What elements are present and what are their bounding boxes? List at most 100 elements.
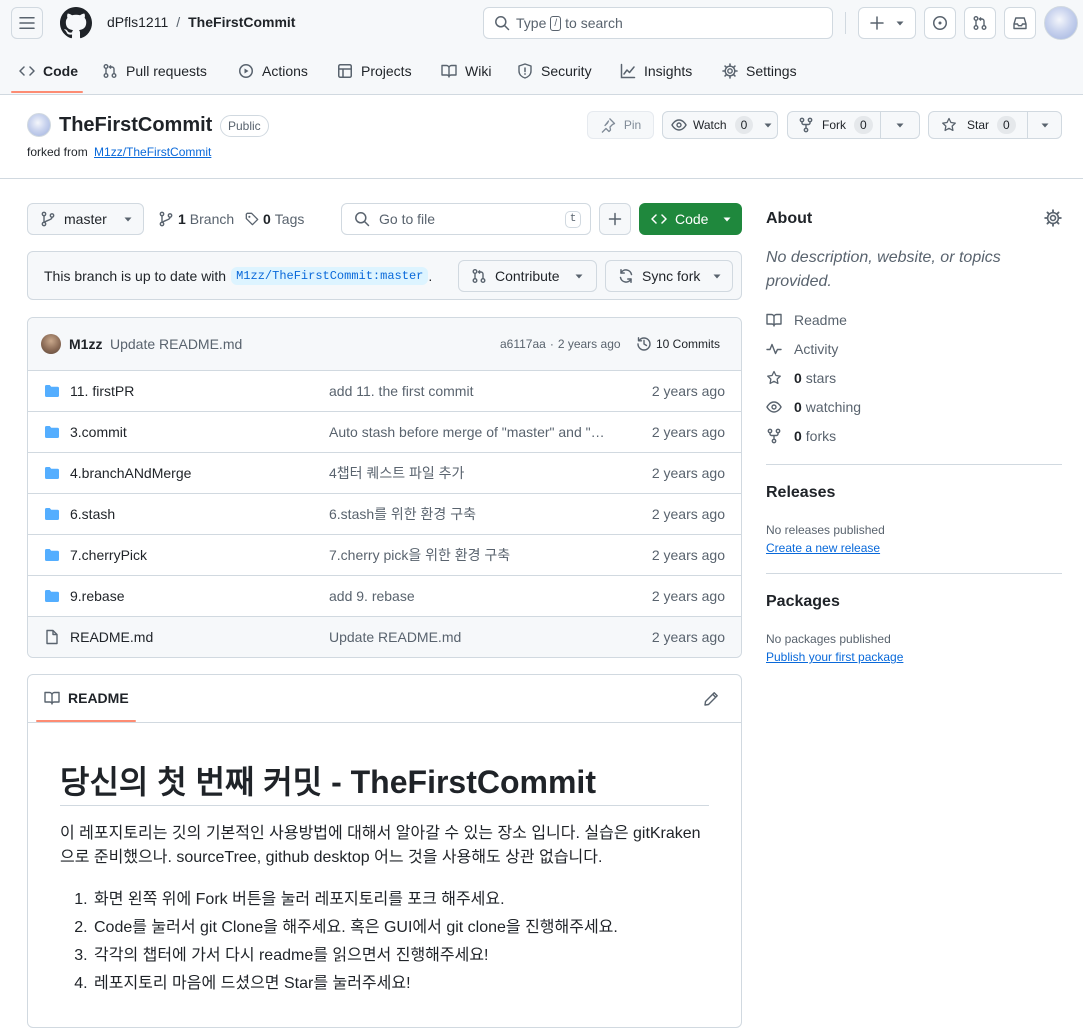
tab-pull-requests[interactable]: Pull requests [102,52,207,90]
file-commit-message[interactable]: Auto stash before merge of "master" and … [329,424,609,440]
plus-icon [870,16,884,30]
about-watching-link[interactable]: 0 watching [766,399,861,415]
packages-title[interactable]: Packages [766,593,840,611]
table-row[interactable]: 6.stash 6.stash를 위한 환경 구축 2 years ago [28,493,741,534]
tab-selected-underline [11,91,83,93]
releases-title[interactable]: Releases [766,484,835,502]
sync-status-text: This branch is up to date with M1zz/TheF… [44,267,432,285]
menu-button[interactable] [11,7,43,39]
breadcrumb-repo[interactable]: TheFirstCommit [188,14,295,30]
forked-from-link[interactable]: M1zz/TheFirstCommit [94,145,211,159]
about-settings-button[interactable] [1044,209,1062,227]
fork-count: 0 [854,116,873,134]
about-activity-link[interactable]: Activity [766,341,838,357]
commit-author-avatar [41,334,61,354]
book-icon [766,313,782,327]
triangle-down-icon [1041,123,1048,128]
readme-tab[interactable]: README [44,690,129,706]
file-name[interactable]: 4.branchANdMerge [70,465,191,481]
file-commit-message[interactable]: 4챕터 퀘스트 파일 추가 [329,463,609,483]
pin-button[interactable]: Pin [587,111,654,139]
table-row[interactable]: 3.commit Auto stash before merge of "mas… [28,411,741,452]
tab-label: Pull requests [126,63,207,79]
branch-selector[interactable]: master [27,203,144,235]
global-search-input[interactable]: Type / to search [483,7,833,39]
file-commit-message[interactable]: add 9. rebase [329,588,609,604]
table-row[interactable]: 4.branchANdMerge 4챕터 퀘스트 파일 추가 2 years a… [28,452,741,493]
file-commit-message[interactable]: 6.stash를 위한 환경 구축 [329,504,609,524]
commit-message[interactable]: Update README.md [110,336,242,352]
fork-button[interactable]: Fork 0 [787,111,881,139]
create-new-button[interactable] [858,7,916,39]
sidebar-divider [766,573,1062,574]
tab-code[interactable]: Code [19,52,78,90]
commit-sha[interactable]: a6117aa [500,337,546,351]
table-row[interactable]: 9.rebase add 9. rebase 2 years ago [28,575,741,616]
tab-actions[interactable]: Actions [238,52,308,90]
go-to-file-input[interactable]: Go to file t [341,203,591,235]
inbox-button[interactable] [1004,7,1036,39]
git-branch-icon [159,211,173,227]
tab-settings[interactable]: Settings [722,52,797,90]
pull-requests-button[interactable] [964,7,996,39]
forks-label: forks [805,428,837,444]
table-row[interactable]: README.md Update README.md 2 years ago [28,616,741,657]
about-forks-link[interactable]: 0 forks [766,428,836,444]
triangle-down-icon [896,123,904,128]
sync-ref[interactable]: M1zz/TheFirstCommit:master [231,267,429,285]
code-dropdown-button[interactable]: Code [639,203,742,235]
file-name[interactable]: 7.cherryPick [70,547,147,563]
file-commit-message[interactable]: 7.cherry pick을 위한 환경 구축 [329,545,609,565]
file-age: 2 years ago [651,424,725,440]
repo-title[interactable]: TheFirstCommit [59,114,212,137]
commit-age: 2 years ago [557,337,621,351]
file-name[interactable]: 6.stash [70,506,115,522]
tab-label: Security [541,63,592,79]
file-name[interactable]: README.md [70,629,153,645]
branches-link[interactable]: 1 Branch [158,211,234,227]
publish-package-link[interactable]: Publish your first package [766,650,903,664]
tab-projects[interactable]: Projects [337,52,412,90]
file-name[interactable]: 3.commit [70,424,127,440]
table-row[interactable]: 11. firstPR add 11. the first commit 2 y… [28,370,741,411]
file-commit-message[interactable]: Update README.md [329,629,609,645]
add-file-button[interactable] [599,203,631,235]
contribute-button[interactable]: Contribute [458,260,597,292]
search-hint-pre: Type [516,15,547,31]
file-name[interactable]: 9.rebase [70,588,124,604]
watch-button[interactable]: Watch 0 [662,111,778,139]
commit-history-link[interactable]: 10 Commits [636,336,720,352]
sync-fork-button[interactable]: Sync fork [605,260,733,292]
edit-readme-button[interactable] [699,687,723,711]
file-name[interactable]: 11. firstPR [70,383,134,399]
file-commit-message[interactable]: add 11. the first commit [329,383,609,399]
tab-insights[interactable]: Insights [620,52,692,90]
issues-button[interactable] [924,7,956,39]
star-button[interactable]: Star 0 [928,111,1028,139]
list-item: 화면 왼쪽 위에 Fork 버튼을 눌러 레포지토리를 포크 해주세요. [92,886,618,914]
commit-author[interactable]: M1zz [69,336,102,352]
about-stars-link[interactable]: 0 stars [766,370,836,386]
star-dropdown-button[interactable] [1027,111,1062,139]
tag-icon [245,212,259,226]
tags-link[interactable]: 0 Tags [245,211,304,227]
play-icon [239,64,253,78]
tab-wiki[interactable]: Wiki [441,52,491,90]
user-avatar[interactable] [1044,6,1078,40]
branch-name: master [64,211,107,227]
table-row[interactable]: 7.cherryPick 7.cherry pick을 위한 환경 구축 2 y… [28,534,741,575]
shield-icon [518,63,532,79]
folder-icon [45,426,59,438]
sync-text: This branch is up to date with [44,268,227,284]
github-logo[interactable] [60,7,92,39]
git-pull-request-icon [973,16,987,30]
about-readme-link[interactable]: Readme [766,312,847,328]
breadcrumb-owner[interactable]: dPfls1211 [107,14,168,30]
gear-icon [722,63,738,79]
readme-tab-label: README [68,690,129,706]
create-release-link[interactable]: Create a new release [766,541,880,555]
fork-dropdown-button[interactable] [880,111,920,139]
book-icon [44,691,60,705]
tab-security[interactable]: Security [517,52,592,90]
repo-forked-icon [767,428,781,444]
